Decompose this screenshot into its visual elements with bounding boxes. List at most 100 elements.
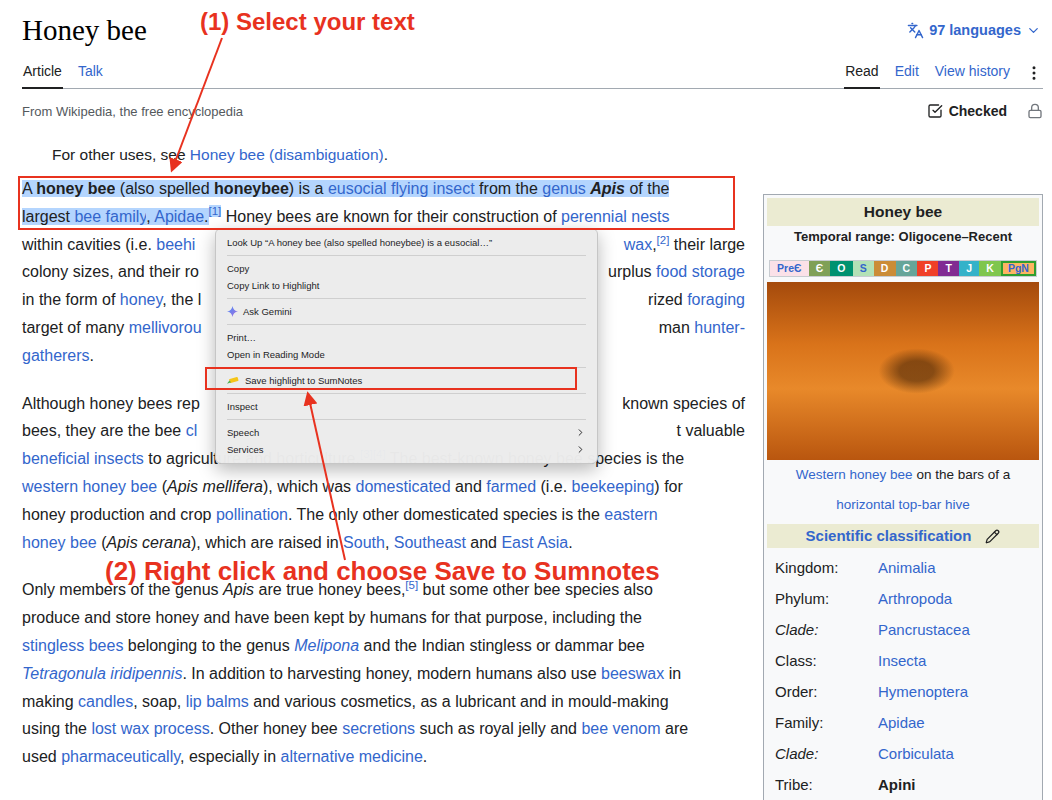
taxon-value[interactable]: Arthropoda [878,590,1039,607]
menu-item[interactable]: Copy Link to Highlight [221,277,592,294]
taxon-value[interactable]: Apidae [878,714,1039,731]
article-link[interactable]: beeswax [601,665,664,682]
article-link[interactable]: horizontal top-bar hive [836,497,970,512]
article-link[interactable]: East Asia [501,534,568,551]
step2-annotation: (2) Right click and choose Save to Sumno… [105,557,660,586]
menu-item[interactable]: Copy [221,260,592,277]
menu-label: Inspect [227,398,258,415]
article-link[interactable]: Melipona [294,637,359,654]
menu-item[interactable]: Look Up “A honey bee (also spelled honey… [221,234,592,251]
text-run: such as royal jelly and [415,720,581,737]
translate-icon [907,22,924,39]
article-link[interactable]: South [343,534,385,551]
period-cell[interactable]: C [896,261,918,276]
article-link[interactable]: food storage [656,263,745,280]
rank-label: Phylum: [767,590,878,607]
menu-separator [227,367,586,368]
article-link[interactable]: eusocial flying insect [328,180,475,197]
article-link[interactable]: honey [120,291,162,308]
article-link[interactable]: western honey bee [22,478,157,495]
article-link[interactable]: Southeast [394,534,466,551]
taxon-value[interactable]: Insecta [878,652,1039,669]
article-link[interactable]: domesticated [355,478,450,495]
tab[interactable]: Talk [77,62,104,89]
taxon-value[interactable]: Corbiculata [878,745,1039,762]
line-end: rized foraging [648,286,745,314]
menu-item[interactable]: Inspect [221,398,592,415]
period-cell[interactable]: J [959,261,979,276]
article-link[interactable]: mellivorou [129,319,202,336]
bee-photo[interactable] [767,282,1039,460]
text-run: Honey bees are known for their construct… [221,208,561,225]
text-run: (i.e. [536,478,572,495]
period-cell[interactable]: D [874,261,896,276]
taxon-value[interactable]: Pancrustacea [878,621,1039,638]
article-link[interactable]: lost wax process [91,720,209,737]
article-link[interactable]: beehi [156,236,195,253]
period-cell[interactable]: Є [809,261,831,276]
text-run: within cavities (i.e. [22,236,156,253]
article-link[interactable]: foraging [687,291,745,308]
article-link[interactable]: secretions [342,720,415,737]
period-cell[interactable]: T [938,261,959,276]
text-run: . Other honey bee [210,720,343,737]
wikipedia-page: Honey bee97 languagesArticleTalkReadEdit… [0,0,1052,800]
article-link[interactable]: lip balms [186,693,249,710]
tab[interactable]: Read [844,62,879,89]
reference-link[interactable]: [1] [209,205,222,217]
article-link[interactable]: gatherers [22,347,90,364]
text-run: using the [22,720,91,737]
period-cell[interactable]: PgN [1001,261,1036,276]
tab[interactable]: View history [934,62,1011,89]
text-run: and the Indian stingless or dammar bee [359,637,645,654]
review-status[interactable]: Checked [927,103,1043,119]
period-cell[interactable]: PreЄ [770,261,809,276]
article-link[interactable]: beekeeping [572,478,655,495]
period-cell[interactable]: K [979,261,1001,276]
line-start: colony sizes, and their ro [22,258,199,286]
classification-row: Tribe:Apini [767,769,1039,800]
menu-item[interactable]: Services [221,441,592,458]
tab[interactable]: Article [22,62,63,89]
edit-classification-button[interactable] [985,529,1000,544]
article-link[interactable]: hunter- [694,319,745,336]
article-link[interactable]: Honey bee (disambiguation) [190,146,384,163]
menu-item[interactable]: Print… [221,329,592,346]
text-line: largest bee family, Apidae.[1] Honey bee… [22,203,745,231]
menu-item[interactable]: Speech [221,424,592,441]
article-link[interactable]: beneficial insects [22,450,144,467]
period-cell[interactable]: S [853,261,874,276]
line-end: wax,[2] their large [624,231,745,259]
article-link[interactable]: stingless bees [22,637,123,654]
article-link[interactable]: wax [624,236,652,253]
article-link[interactable]: perennial nests [561,208,670,225]
menu-item[interactable]: Save highlight to SumNotes [221,372,592,389]
classification-title[interactable]: Scientific classification [806,524,972,548]
article-link[interactable]: farmed [486,478,536,495]
article-link[interactable]: bee family [74,208,146,225]
menu-item[interactable]: Ask Gemini [221,303,592,320]
menu-item[interactable]: Open in Reading Mode [221,346,592,363]
more-button[interactable] [1025,64,1043,88]
taxon-value[interactable]: Animalia [878,559,1039,576]
tab[interactable]: Edit [894,62,920,89]
article-link[interactable]: Western honey bee [796,467,913,482]
article-link[interactable]: Apidae [154,208,204,225]
period-cell[interactable]: O [830,261,852,276]
article-link[interactable]: Tetragonula iridipennis [22,665,182,682]
text-run: . [384,146,388,163]
languages-button[interactable]: 97 languages [905,22,1043,39]
rank-label: Class: [767,652,878,669]
taxon-value[interactable]: Hymenoptera [878,683,1039,700]
article-link[interactable]: genus [542,180,586,197]
article-link[interactable]: cl [186,422,198,439]
article-link[interactable]: candles [78,693,133,710]
article-link[interactable]: honey bee [22,534,97,551]
article-link[interactable]: alternative medicine [281,748,423,765]
article-link[interactable]: pharmaceutically [61,748,180,765]
article-link[interactable]: eastern [604,506,657,523]
reference-link[interactable]: [2] [657,233,670,245]
article-link[interactable]: bee venom [581,720,660,737]
article-link[interactable]: pollination [216,506,288,523]
period-cell[interactable]: P [917,261,938,276]
